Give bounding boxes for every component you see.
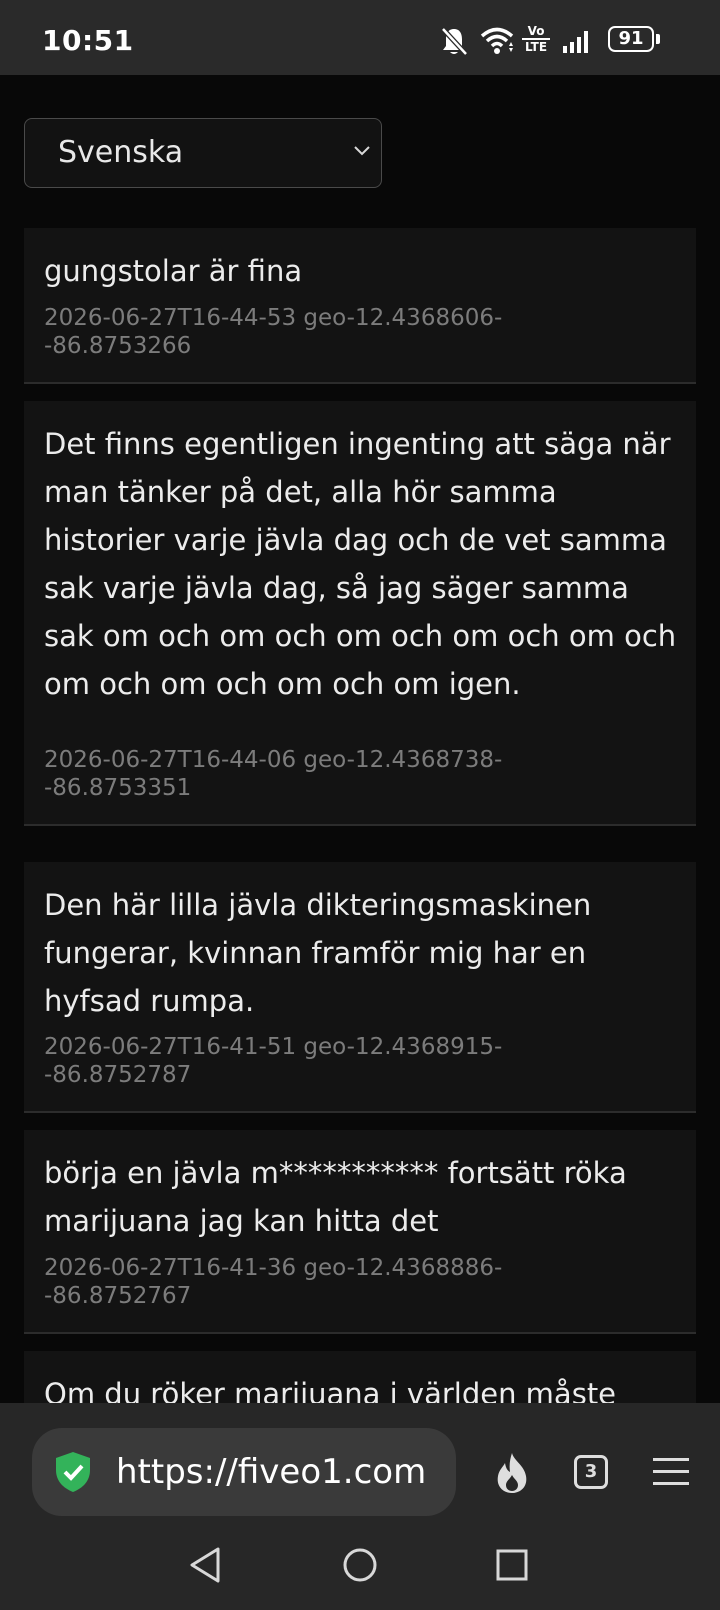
menu-icon[interactable] xyxy=(652,1456,690,1488)
home-nav-icon[interactable] xyxy=(341,1546,379,1584)
entry-text: gungstolar är fina xyxy=(44,254,303,288)
url-text: https://fiveo1.com xyxy=(116,1452,427,1492)
chevron-down-icon xyxy=(354,146,370,156)
battery-tip-icon xyxy=(656,34,660,44)
language-select-value: Svenska xyxy=(58,135,184,170)
flame-icon[interactable] xyxy=(492,1451,532,1495)
list-item[interactable]: gungstolar är fina 2026-06-27T16-44-53 g… xyxy=(24,228,696,384)
entry-meta: 2026-06-27T16-44-53 geo-12.4368606- -86.… xyxy=(44,305,503,359)
tab-count: 3 xyxy=(584,1461,598,1482)
volte-top-text: Vo xyxy=(527,24,545,38)
list-item[interactable]: börja en jävla m*********** fortsätt rök… xyxy=(24,1130,696,1334)
address-bar[interactable]: https://fiveo1.com xyxy=(32,1428,456,1516)
entry-meta: 2026-06-27T16-44-06 geo-12.4368738- -86.… xyxy=(44,747,503,801)
status-icons: Vo LTE 91 xyxy=(440,24,680,58)
entry-text: Den här lilla jävla dikteringsmaskinen f… xyxy=(44,888,592,1018)
entry-meta: 2026-06-27T16-41-51 geo-12.4368915- -86.… xyxy=(44,1034,503,1088)
status-time: 10:51 xyxy=(42,24,134,57)
volte-icon: Vo LTE xyxy=(522,24,550,56)
shield-check-icon xyxy=(56,1452,90,1492)
status-bar: 10:51 Vo LTE 91 xyxy=(0,0,720,75)
volte-bottom-text: LTE xyxy=(522,38,550,54)
back-nav-icon[interactable] xyxy=(188,1546,222,1584)
signal-icon xyxy=(563,31,588,53)
battery-icon: 91 xyxy=(608,26,654,52)
entry-text: börja en jävla m*********** fortsätt rök… xyxy=(44,1156,627,1238)
entry-meta: 2026-06-27T16-41-36 geo-12.4368886- -86.… xyxy=(44,1255,503,1309)
language-select[interactable]: Svenska xyxy=(24,118,382,188)
list-item[interactable]: Den här lilla jävla dikteringsmaskinen f… xyxy=(24,862,696,1113)
battery-level: 91 xyxy=(618,28,644,49)
recents-nav-icon[interactable] xyxy=(496,1549,528,1581)
page-content: Svenska gungstolar är fina 2026-06-27T16… xyxy=(0,75,720,1403)
entry-text: Det finns egentligen ingenting att säga … xyxy=(44,427,677,701)
list-item[interactable]: Om du röker marijuana i världen måste xyxy=(24,1351,696,1403)
entry-text: Om du röker marijuana i världen måste xyxy=(44,1377,617,1403)
notifications-muted-icon xyxy=(441,27,468,56)
list-item[interactable]: Det finns egentligen ingenting att säga … xyxy=(24,401,696,826)
tabs-button[interactable]: 3 xyxy=(574,1455,608,1489)
wifi-icon xyxy=(480,27,514,54)
browser-toolbar: https://fiveo1.com 3 xyxy=(0,1403,720,1610)
